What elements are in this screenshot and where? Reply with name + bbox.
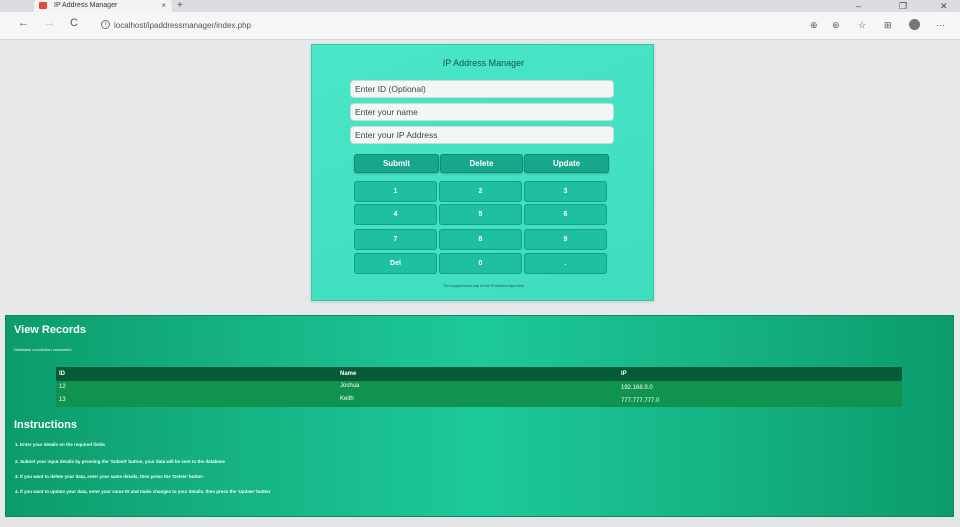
table-row: 12 Joshua 192.168.9.0 [56,381,902,394]
id-input[interactable] [350,80,614,98]
instruction-item: 3. If you want to delete your data, ente… [15,474,203,479]
minimize-icon[interactable]: – [856,0,861,12]
favorite-icon[interactable]: ☆ [858,20,866,31]
keypad-key-6[interactable]: 6 [524,204,607,225]
back-icon[interactable]: ← [18,17,29,29]
column-header-name: Name [340,371,357,377]
cell-id: 13 [59,397,66,403]
name-input[interactable] [350,103,614,121]
address-bar: ← → C i localhost/ipaddressmanager/index… [0,12,960,40]
menu-icon[interactable]: ··· [936,20,945,30]
cell-name: Keith [340,396,354,402]
column-header-id: ID [59,371,65,377]
records-heading: View Records [14,324,86,336]
browser-tab-bar: IP Address Manager × + – ❐ ✕ [0,0,960,12]
column-header-ip: IP [621,371,627,377]
zoom-icon[interactable]: ⊕ [810,20,818,31]
tab-close-icon[interactable]: × [161,0,166,11]
keypad-key-del[interactable]: Del [354,253,437,274]
profile-avatar[interactable] [909,19,920,30]
submit-button[interactable]: Submit [354,154,439,173]
cell-id: 12 [59,384,66,390]
cell-name: Joshua [340,383,360,389]
tab-title: IP Address Manager [54,2,118,9]
keypad-key-7[interactable]: 7 [354,229,437,250]
keypad-note: The keypad works only for the IP Address… [443,284,524,288]
reload-icon[interactable]: C [70,17,78,29]
delete-button[interactable]: Delete [440,154,523,173]
collections-icon[interactable]: ⊞ [884,20,892,31]
ip-input[interactable] [350,126,614,144]
keypad-key-1[interactable]: 1 [354,181,437,202]
table-row: 13 Keith 777.777.777.0 [56,394,902,407]
new-tab-icon[interactable]: + [177,0,183,11]
form-title: IP Address Manager [442,58,525,68]
site-info-icon[interactable]: i [101,20,110,29]
window-close-icon[interactable]: ✕ [940,0,948,12]
restore-icon[interactable]: ❐ [899,0,907,12]
instructions-heading: Instructions [14,419,77,431]
ip-manager-card: IP Address Manager Submit Delete Update … [311,44,654,301]
page-bottom [0,517,960,527]
keypad-key-0[interactable]: 0 [439,253,522,274]
keypad-key-5[interactable]: 5 [439,204,522,225]
instruction-item: 1. Enter your details on the required fi… [15,442,106,447]
keypad-key-2[interactable]: 2 [439,181,522,202]
records-section: View Records Database connection success… [5,315,954,517]
forward-icon[interactable]: → [44,17,55,29]
reader-icon[interactable]: ⊛ [832,20,840,31]
keypad-key-8[interactable]: 8 [439,229,522,250]
cell-ip: 777.777.777.0 [621,398,660,404]
tab-favicon-icon [39,2,47,9]
keypad-key-9[interactable]: 9 [524,229,607,250]
records-table: ID Name IP 12 Joshua 192.168.9.0 13 Keit… [56,367,902,407]
url-text[interactable]: localhost/ipaddressmanager/index.php [114,21,251,30]
db-status-text: Database connection successful [14,347,72,352]
keypad-key-dot[interactable]: . [524,253,607,274]
instruction-item: 2. Submit your input details by pressing… [15,459,225,464]
instruction-item: 4. If you want to update your data, ente… [15,489,271,494]
keypad-key-4[interactable]: 4 [354,204,437,225]
update-button[interactable]: Update [524,154,609,173]
table-header-row: ID Name IP [56,367,902,381]
browser-tab[interactable]: IP Address Manager × [34,0,172,12]
keypad-key-3[interactable]: 3 [524,181,607,202]
